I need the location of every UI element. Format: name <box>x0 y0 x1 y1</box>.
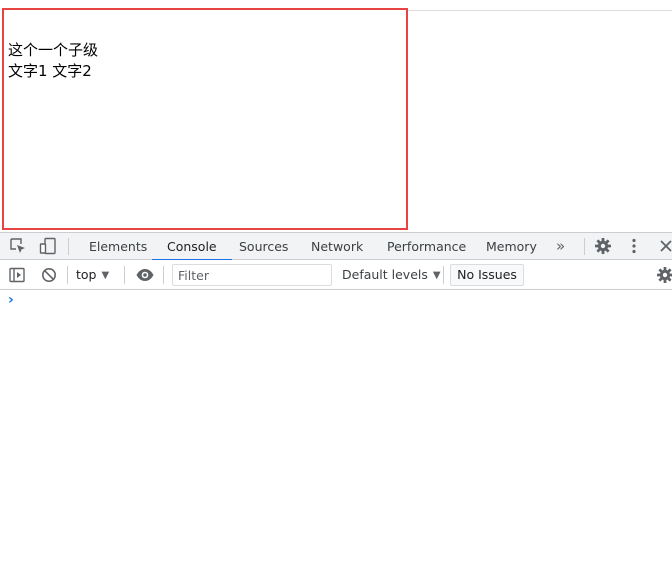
toolbar-divider <box>443 266 444 284</box>
tab-elements[interactable]: Elements <box>87 233 149 260</box>
devtools-tabbar: Elements Console Sources Network Perform… <box>0 232 672 261</box>
tab-sources[interactable]: Sources <box>237 233 290 260</box>
tab-divider <box>584 238 585 255</box>
tab-console[interactable]: Console <box>152 233 232 261</box>
console-prompt-chevron-icon: › <box>8 292 14 308</box>
tab-performance[interactable]: Performance <box>385 233 468 260</box>
clear-console-icon[interactable] <box>38 264 60 286</box>
filter-input[interactable] <box>172 264 332 286</box>
toolbar-divider <box>67 266 68 284</box>
context-selector[interactable]: top ▼ <box>76 264 109 286</box>
child-text-line: 这个一个子级 <box>8 41 99 59</box>
settings-gear-icon[interactable] <box>592 235 614 257</box>
console-toolbar: top ▼ Default levels ▼ No Issues <box>0 260 672 290</box>
log-levels-value: Default levels <box>342 267 428 282</box>
issues-button[interactable]: No Issues <box>450 264 524 286</box>
toolbar-divider <box>124 266 125 284</box>
inspect-element-icon[interactable] <box>7 235 29 257</box>
eye-icon[interactable] <box>134 264 156 286</box>
tab-divider <box>68 238 69 255</box>
close-icon[interactable] <box>655 235 672 257</box>
log-levels-selector[interactable]: Default levels ▼ <box>342 264 441 286</box>
kebab-menu-icon[interactable] <box>623 235 645 257</box>
page-viewport: 这个一个子级 文字1 文字2 <box>0 0 672 232</box>
console-settings-gear-icon[interactable] <box>654 264 672 286</box>
toolbar-divider <box>163 266 164 284</box>
dropdown-caret-icon: ▼ <box>101 270 110 281</box>
console-output-area[interactable]: › <box>0 290 672 565</box>
tab-memory[interactable]: Memory <box>484 233 539 260</box>
dropdown-caret-icon: ▼ <box>432 270 441 281</box>
tab-network[interactable]: Network <box>309 233 365 260</box>
context-value: top <box>76 267 97 282</box>
viewport-divider <box>406 10 672 11</box>
device-toolbar-icon[interactable] <box>37 235 59 257</box>
page-content: 这个一个子级 文字1 文字2 <box>8 40 98 82</box>
devtools-panel: Elements Console Sources Network Perform… <box>0 232 672 565</box>
more-tabs-chevron-icon[interactable]: » <box>556 236 565 256</box>
sidebar-toggle-icon[interactable] <box>6 264 28 286</box>
inline-text-line: 文字1 文字2 <box>8 62 92 80</box>
